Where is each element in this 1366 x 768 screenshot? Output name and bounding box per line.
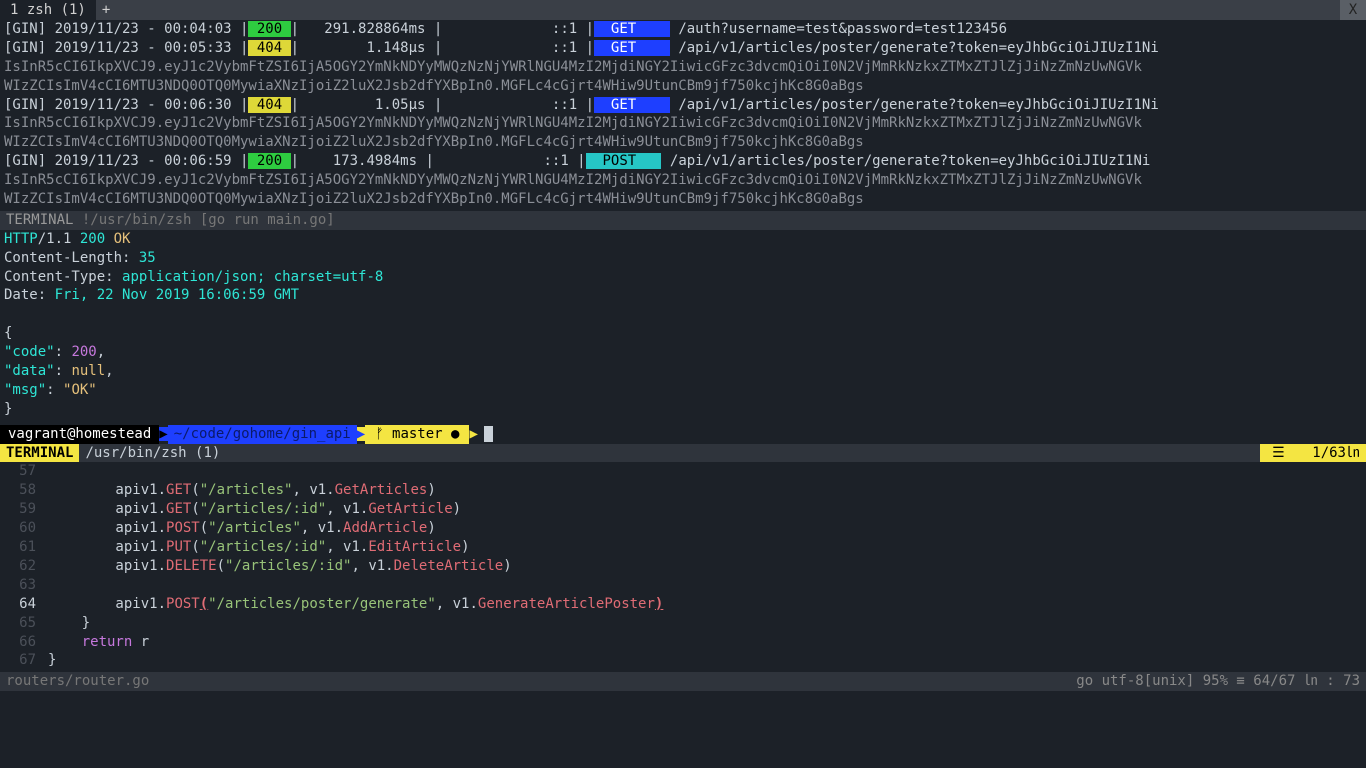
line-number: 62 (4, 557, 48, 576)
tab-bar: 1 zsh (1) + X (0, 0, 1366, 20)
status-badge: 404 (248, 40, 290, 56)
code-line[interactable]: 67} (4, 651, 1362, 670)
powerline-arrow-icon: ▶ (469, 427, 477, 441)
line-pos: 1 (1291, 444, 1321, 463)
status-badge: 200 (248, 21, 290, 37)
line-number: 57 (4, 462, 48, 481)
content-type-value: application/json; charset=utf-8 (122, 269, 383, 285)
json-key-code: "code" (4, 344, 55, 360)
json-brace-open: { (4, 325, 12, 341)
prompt-path: ~/code/gohome/gin_api (168, 425, 357, 444)
gin-log-pane[interactable]: [GIN] 2019/11/23 - 00:04:03 | 200 | 291.… (0, 20, 1366, 209)
code-line[interactable]: 58 apiv1.GET("/articles", v1.GetArticles… (4, 481, 1362, 500)
log-wrap: IsInR5cCI6IkpXVCJ9.eyJ1c2VybmFtZSI6IjA5O… (4, 171, 1362, 190)
log-wrap: IsInR5cCI6IkpXVCJ9.eyJ1c2VybmFtZSI6IjA5O… (4, 114, 1362, 133)
json-val-code: 200 (71, 344, 96, 360)
log-line: [GIN] 2019/11/23 - 00:06:59 | 200 | 173.… (4, 152, 1362, 171)
code-text: } (48, 614, 90, 633)
code-line[interactable]: 59 apiv1.GET("/articles/:id", v1.GetArti… (4, 500, 1362, 519)
line-number: 61 (4, 538, 48, 557)
terminal-status-top: TERMINAL !/usr/bin/zsh [go run main.go] (0, 211, 1366, 230)
http-status-code: 200 (80, 231, 114, 247)
code-text: apiv1.PUT("/articles/:id", v1.EditArticl… (48, 538, 470, 557)
ln-icon: ㏑ (1346, 444, 1360, 463)
method-badge: POST (586, 153, 662, 169)
code-text: apiv1.DELETE("/articles/:id", v1.DeleteA… (48, 557, 512, 576)
code-line[interactable]: 61 apiv1.PUT("/articles/:id", v1.EditArt… (4, 538, 1362, 557)
json-brace-close: } (4, 401, 12, 417)
date-value: Fri, 22 Nov 2019 16:06:59 GMT (55, 287, 299, 303)
code-text: } (48, 651, 56, 670)
line-number: 65 (4, 614, 48, 633)
status-badge: 404 (248, 97, 290, 113)
terminal-shell-path: /usr/bin/zsh (1) (79, 444, 226, 463)
close-icon[interactable]: X (1340, 0, 1366, 20)
editor-status-bar: routers/router.go go utf-8[unix] 95% ≡ 6… (0, 672, 1366, 691)
http-proto: HTTP (4, 231, 38, 247)
log-line: [GIN] 2019/11/23 - 00:06:30 | 404 | 1.05… (4, 96, 1362, 115)
file-path: routers/router.go (6, 672, 149, 691)
shell-prompt[interactable]: vagrant@homestead ▶ ~/code/gohome/gin_ap… (0, 425, 1366, 444)
editor-status-right: go utf-8[unix] 95% ≡ 64/67 ㏑ : 73 (1076, 672, 1360, 691)
log-line: [GIN] 2019/11/23 - 00:04:03 | 200 | 291.… (4, 20, 1362, 39)
code-text: return r (48, 633, 149, 652)
code-text (48, 462, 56, 481)
code-editor[interactable]: 57 58 apiv1.GET("/articles", v1.GetArtic… (0, 462, 1366, 670)
content-length-value: 35 (139, 250, 156, 266)
line-number: 60 (4, 519, 48, 538)
code-line[interactable]: 57 (4, 462, 1362, 481)
tab-active[interactable]: 1 zsh (1) (0, 0, 96, 20)
terminal-cmd: !/usr/bin/zsh [go run main.go] (82, 212, 335, 228)
tab-new-icon[interactable]: + (96, 1, 116, 20)
status-badge: 200 (248, 153, 290, 169)
line-number: 67 (4, 651, 48, 670)
code-line[interactable]: 63 (4, 576, 1362, 595)
json-val-msg: "OK" (63, 382, 97, 398)
line-number: 66 (4, 633, 48, 652)
hamburger-icon: ☰ (1266, 444, 1291, 463)
terminal-label: TERMINAL (6, 212, 82, 228)
header-content-length: Content-Length: (4, 250, 139, 266)
method-badge: GET (594, 40, 670, 56)
code-line[interactable]: 64 apiv1.POST("/articles/poster/generate… (4, 595, 1362, 614)
line-total: /63 (1321, 444, 1346, 463)
terminal-status-mid: TERMINAL /usr/bin/zsh (1) ☰ 1 /63 ㏑ (0, 444, 1366, 463)
prompt-branch: ᚠ master ● (365, 425, 469, 444)
json-key-msg: "msg" (4, 382, 46, 398)
log-line: [GIN] 2019/11/23 - 00:05:33 | 404 | 1.14… (4, 39, 1362, 58)
header-content-type: Content-Type: (4, 269, 122, 285)
code-line[interactable]: 62 apiv1.DELETE("/articles/:id", v1.Dele… (4, 557, 1362, 576)
http-status-text: OK (114, 231, 131, 247)
line-number: 58 (4, 481, 48, 500)
line-indicator: ☰ 1 /63 ㏑ (1260, 444, 1366, 463)
code-text: apiv1.POST("/articles/poster/generate", … (48, 595, 663, 614)
terminal-label: TERMINAL (0, 444, 79, 463)
code-text: apiv1.GET("/articles/:id", v1.GetArticle… (48, 500, 461, 519)
code-text: apiv1.GET("/articles", v1.GetArticles) (48, 481, 436, 500)
json-val-data: null (71, 363, 105, 379)
log-wrap: IsInR5cCI6IkpXVCJ9.eyJ1c2VybmFtZSI6IjA5O… (4, 58, 1362, 77)
http-version: /1.1 (38, 231, 80, 247)
method-badge: GET (594, 21, 670, 37)
log-wrap: WIzZCIsImV4cCI6MTU3NDQ0OTQ0MywiaXNzIjoiZ… (4, 133, 1362, 152)
log-wrap: WIzZCIsImV4cCI6MTU3NDQ0OTQ0MywiaXNzIjoiZ… (4, 190, 1362, 209)
cursor (484, 426, 493, 442)
log-wrap: WIzZCIsImV4cCI6MTU3NDQ0OTQ0MywiaXNzIjoiZ… (4, 77, 1362, 96)
code-line[interactable]: 60 apiv1.POST("/articles", v1.AddArticle… (4, 519, 1362, 538)
method-badge: GET (594, 97, 670, 113)
code-line[interactable]: 65 } (4, 614, 1362, 633)
powerline-arrow-icon: ▶ (357, 427, 365, 441)
code-text: apiv1.POST("/articles", v1.AddArticle) (48, 519, 436, 538)
code-text (48, 576, 56, 595)
json-key-data: "data" (4, 363, 55, 379)
prompt-user: vagrant@homestead (0, 425, 159, 444)
code-line[interactable]: 66 return r (4, 633, 1362, 652)
line-number: 64 (4, 595, 48, 614)
http-response: HTTP/1.1 200 OK Content-Length: 35 Conte… (0, 230, 1366, 419)
line-number: 59 (4, 500, 48, 519)
header-date: Date: (4, 287, 55, 303)
powerline-arrow-icon: ▶ (159, 427, 167, 441)
line-number: 63 (4, 576, 48, 595)
